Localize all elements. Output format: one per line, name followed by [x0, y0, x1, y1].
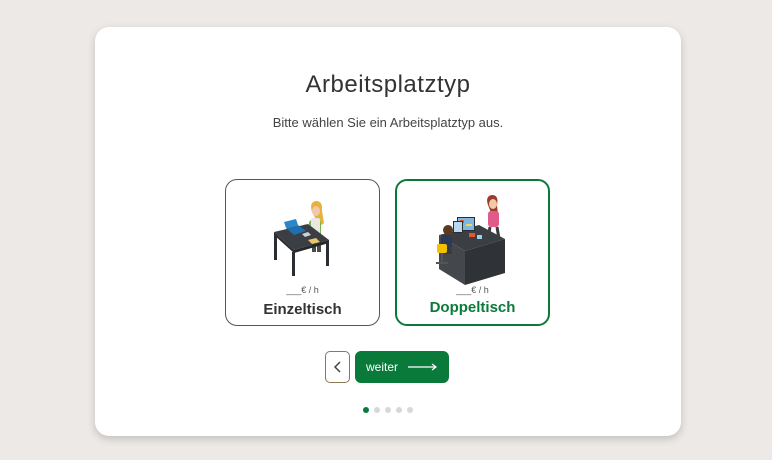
chevron-left-icon — [333, 361, 341, 373]
option-label: Doppeltisch — [429, 299, 516, 316]
option-doppeltisch[interactable]: ___€ / h Doppeltisch — [395, 179, 550, 326]
page-title: Arbeitsplatztyp — [305, 71, 471, 98]
option-price: ___€ / h — [286, 285, 319, 295]
option-einzeltisch[interactable]: ___€ / h Einzeltisch — [225, 179, 380, 326]
pagination-dot-3[interactable] — [385, 407, 391, 413]
arrow-right-icon — [408, 363, 437, 371]
pagination-dot-4[interactable] — [396, 407, 402, 413]
pagination-dot-2[interactable] — [374, 407, 380, 413]
next-button[interactable]: weiter — [355, 351, 449, 383]
pagination-dots — [95, 407, 681, 413]
option-price: ___€ / h — [456, 285, 489, 295]
pagination-dot-1[interactable] — [363, 407, 369, 413]
back-button[interactable] — [325, 351, 350, 383]
pagination-dot-5[interactable] — [407, 407, 413, 413]
option-label: Einzeltisch — [263, 301, 342, 318]
next-button-label: weiter — [365, 360, 398, 374]
page-subtitle: Bitte wählen Sie ein Arbeitsplatztyp aus… — [272, 115, 504, 130]
wizard-card: Arbeitsplatztyp Bitte wählen Sie ein Arb… — [95, 27, 681, 436]
